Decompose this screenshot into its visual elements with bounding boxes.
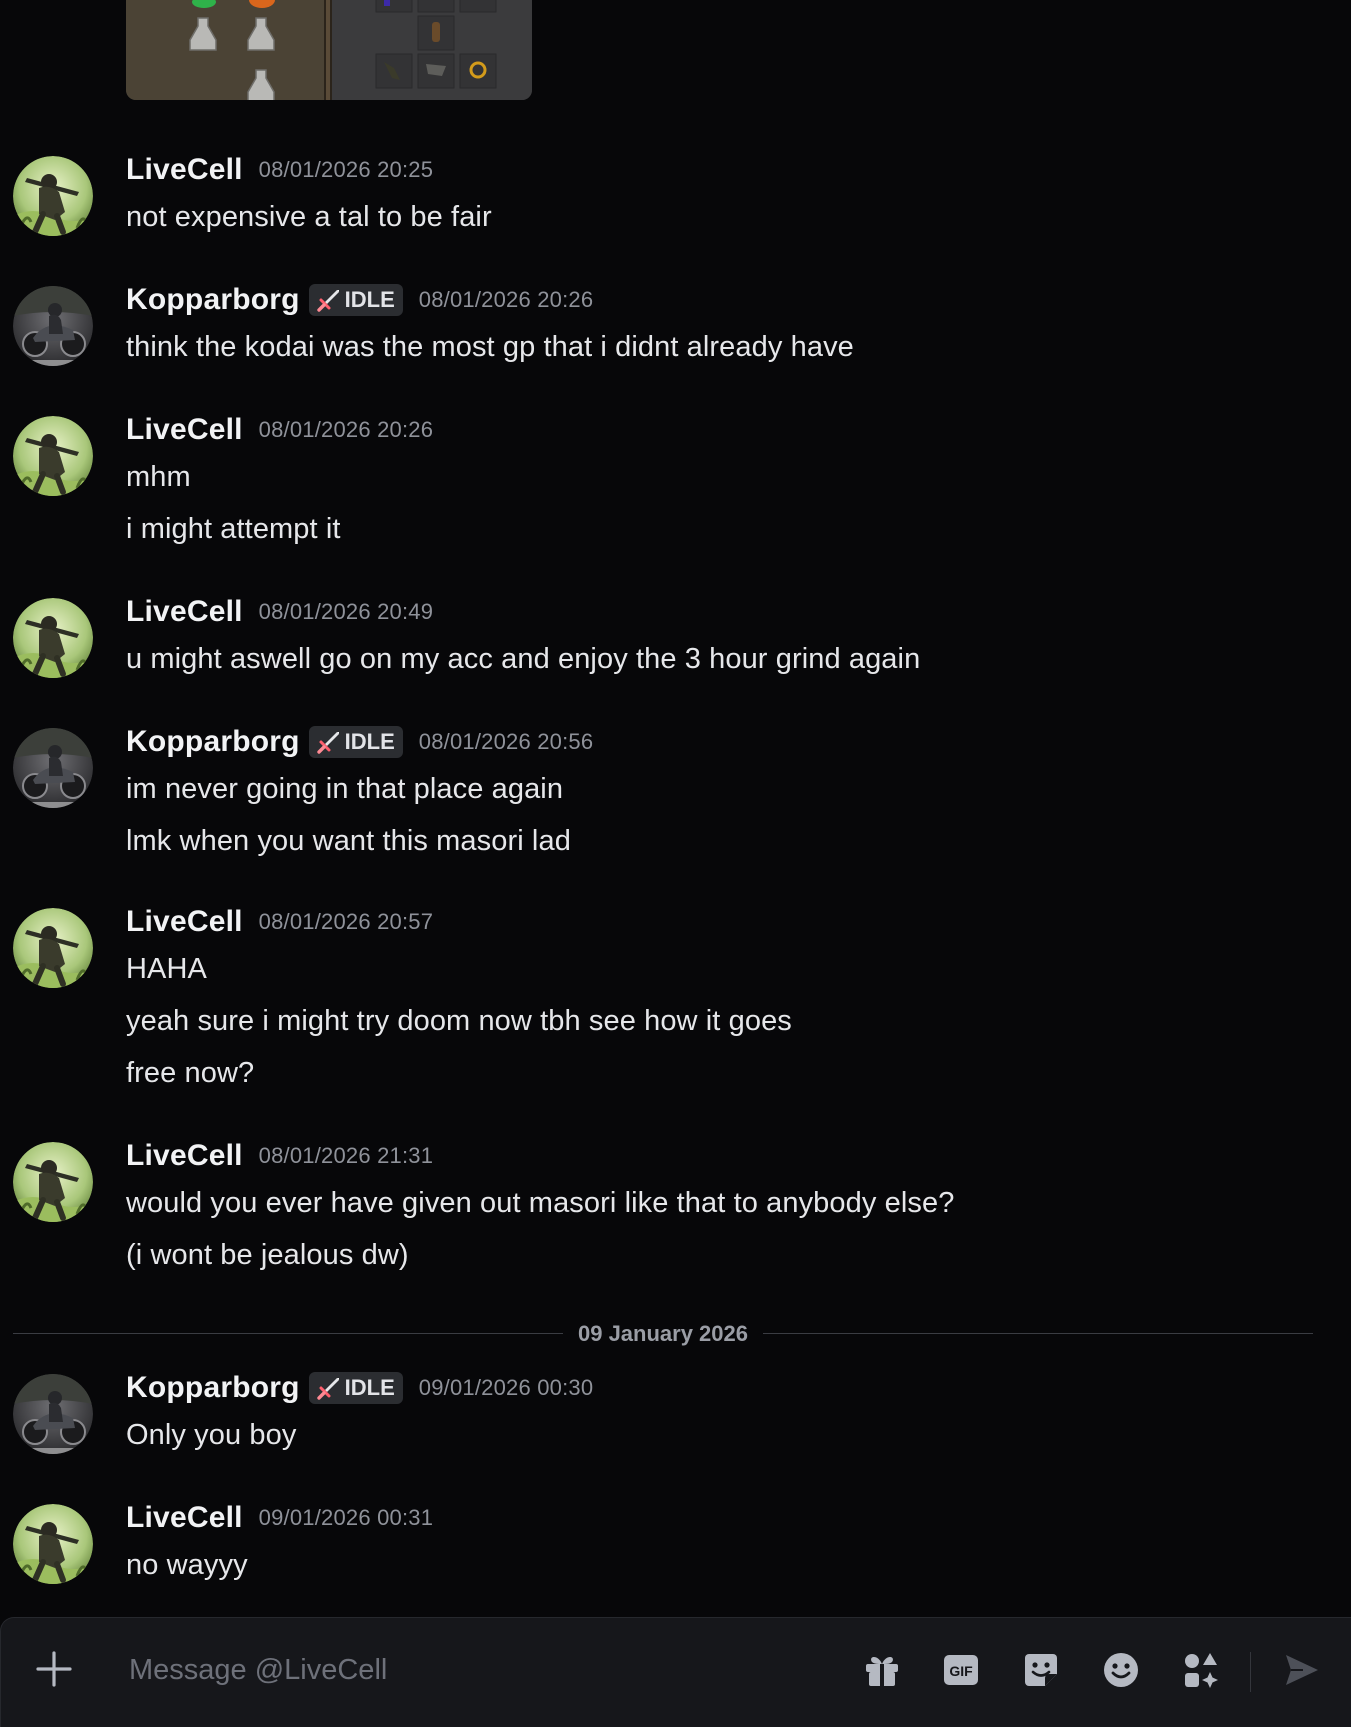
message-text: mhm — [126, 461, 191, 493]
timestamp: 08/01/2026 20:26 — [258, 417, 434, 442]
message-text: im never going in that place again — [126, 773, 564, 805]
username[interactable]: LiveCell — [126, 153, 243, 187]
status-tag-label: IDLE — [344, 1375, 395, 1400]
soldier-avatar-icon[interactable] — [13, 598, 93, 678]
message-header: LiveCell 08/01/2026 20:25 — [126, 153, 433, 187]
inventory-screenshot-image[interactable] — [126, 0, 532, 100]
soldier-avatar-icon[interactable] — [13, 156, 93, 236]
emoji-icon[interactable] — [1101, 1650, 1141, 1690]
timestamp: 08/01/2026 20:49 — [258, 599, 434, 624]
timestamp: 08/01/2026 20:57 — [258, 909, 434, 934]
message-header: LiveCell 08/01/2026 20:26 — [126, 413, 433, 447]
message-text: HAHA — [126, 953, 207, 985]
potions-icon — [189, 0, 275, 100]
inventory-panel — [126, 0, 324, 100]
status-tag-label: IDLE — [344, 287, 395, 312]
message-composer: GIF — [0, 1617, 1351, 1727]
message-header: Kopparborg IDLE 08/01/2026 20:56 — [126, 725, 593, 759]
username[interactable]: LiveCell — [126, 905, 243, 939]
message-text: free now? — [126, 1057, 255, 1089]
message-text: lmk when you want this masori lad — [126, 825, 571, 857]
sword-icon — [316, 290, 339, 312]
soldier-avatar-icon[interactable] — [13, 416, 93, 496]
equipment-slots-icon — [375, 0, 497, 89]
motorbike-avatar-icon[interactable] — [13, 286, 93, 366]
soldier-avatar-icon[interactable] — [13, 1142, 93, 1222]
motorbike-avatar-icon[interactable] — [13, 728, 93, 808]
message-text: (i wont be jealous dw) — [126, 1239, 409, 1271]
sticker-icon[interactable] — [1021, 1650, 1061, 1690]
plus-icon[interactable] — [35, 1650, 73, 1688]
message-input[interactable] — [127, 1646, 831, 1694]
message-header: Kopparborg IDLE 09/01/2026 00:30 — [126, 1371, 593, 1405]
date-divider-label: 09 January 2026 — [569, 1321, 757, 1346]
message-text: u might aswell go on my acc and enjoy th… — [126, 643, 921, 675]
message-text: no wayyy — [126, 1549, 248, 1581]
svg-text:GIF: GIF — [949, 1663, 973, 1679]
message-text: not expensive a tal to be fair — [126, 201, 492, 233]
timestamp: 08/01/2026 20:25 — [258, 157, 434, 182]
composer-separator — [1250, 1652, 1251, 1692]
send-icon[interactable] — [1282, 1650, 1322, 1690]
date-divider: 09 January 2026 — [13, 1321, 1313, 1346]
timestamp: 08/01/2026 21:31 — [258, 1143, 434, 1168]
gif-icon[interactable]: GIF — [941, 1650, 981, 1690]
status-tag-label: IDLE — [344, 729, 395, 754]
timestamp: 08/01/2026 20:26 — [418, 287, 594, 312]
message-header: LiveCell 09/01/2026 00:31 — [126, 1501, 433, 1535]
username[interactable]: Kopparborg — [126, 283, 300, 317]
username[interactable]: Kopparborg — [126, 1371, 300, 1405]
message-text: Only you boy — [126, 1419, 297, 1451]
username[interactable]: LiveCell — [126, 1501, 243, 1535]
status-tag[interactable]: IDLE — [308, 284, 403, 316]
status-tag[interactable]: IDLE — [308, 1372, 403, 1404]
apps-icon[interactable] — [1181, 1650, 1221, 1690]
sword-icon — [316, 1378, 339, 1400]
soldier-avatar-icon[interactable] — [13, 1504, 93, 1584]
message-header: LiveCell 08/01/2026 21:31 — [126, 1139, 433, 1173]
username[interactable]: LiveCell — [126, 1139, 243, 1173]
inventory-divider — [324, 0, 332, 100]
message-header: LiveCell 08/01/2026 20:57 — [126, 905, 433, 939]
username[interactable]: LiveCell — [126, 595, 243, 629]
timestamp: 09/01/2026 00:31 — [258, 1505, 434, 1530]
timestamp: 08/01/2026 20:56 — [418, 729, 594, 754]
equipment-panel — [332, 0, 532, 100]
message-header: Kopparborg IDLE 08/01/2026 20:26 — [126, 283, 593, 317]
username[interactable]: Kopparborg — [126, 725, 300, 759]
gift-icon[interactable] — [862, 1650, 902, 1690]
message-header: LiveCell 08/01/2026 20:49 — [126, 595, 433, 629]
message-text: i might attempt it — [126, 513, 341, 545]
message-text: would you ever have given out masori lik… — [126, 1187, 955, 1219]
message-text: yeah sure i might try doom now tbh see h… — [126, 1005, 792, 1037]
timestamp: 09/01/2026 00:30 — [418, 1375, 594, 1400]
motorbike-avatar-icon[interactable] — [13, 1374, 93, 1454]
soldier-avatar-icon[interactable] — [13, 908, 93, 988]
status-tag[interactable]: IDLE — [308, 726, 403, 758]
message-text: think the kodai was the most gp that i d… — [126, 331, 854, 363]
chat-viewport: LiveCell 08/01/2026 20:25 not expensive a … — [0, 0, 1351, 1727]
sword-icon — [316, 732, 339, 754]
username[interactable]: LiveCell — [126, 413, 243, 447]
